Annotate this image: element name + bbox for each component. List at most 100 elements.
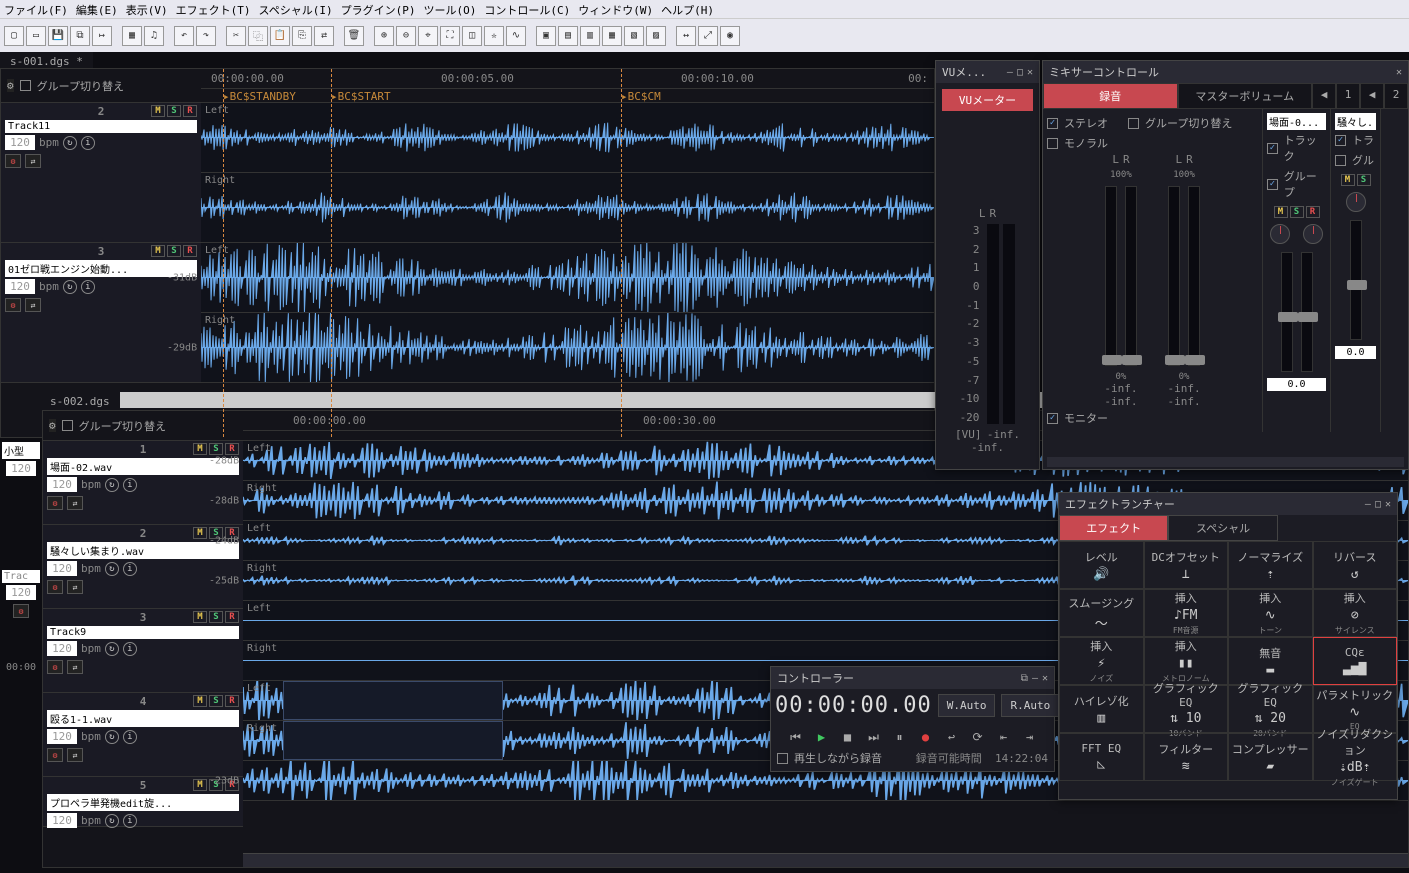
track-routing-icon[interactable]: ⇄ bbox=[67, 496, 83, 510]
fx-cell[interactable]: ノイズリダクション⇣dB⇡ノイズゲート bbox=[1313, 733, 1398, 781]
track-routing-icon[interactable]: ⇄ bbox=[67, 748, 83, 762]
bpm-input[interactable]: 120 bbox=[47, 561, 77, 576]
mute-button[interactable]: M bbox=[193, 443, 207, 455]
track-name-input[interactable]: Track11 bbox=[5, 120, 197, 133]
vu-title-bar[interactable]: VUメ... —□✕ bbox=[936, 61, 1039, 83]
bpm-input[interactable]: 120 bbox=[47, 641, 77, 656]
trk1-pan-l[interactable] bbox=[1270, 224, 1290, 244]
fader-rec-r[interactable] bbox=[1125, 186, 1137, 366]
menu-item[interactable]: スペシャル(I) bbox=[259, 2, 333, 16]
zoom-sel-icon[interactable]: ⌖ bbox=[418, 26, 438, 46]
fastfwd-icon[interactable]: ⏭ bbox=[864, 728, 884, 746]
group-toggle-checkbox-1[interactable] bbox=[20, 80, 31, 91]
paste-special-icon[interactable]: ⎘ bbox=[292, 26, 312, 46]
ctrl-min-icon[interactable]: — bbox=[1032, 673, 1038, 684]
mono-checkbox[interactable] bbox=[1047, 138, 1058, 149]
menu-item[interactable]: プラグイン(P) bbox=[341, 2, 416, 16]
fader-master-r[interactable] bbox=[1188, 186, 1200, 366]
mute-button[interactable]: M bbox=[151, 105, 165, 117]
bpm-input[interactable]: 120 bbox=[5, 279, 35, 294]
trk1-mute[interactable]: M bbox=[1274, 206, 1288, 218]
mixer-close-icon[interactable]: ✕ bbox=[1396, 67, 1402, 78]
waveform-row[interactable]: Left-31dB bbox=[201, 243, 934, 313]
bpm-input[interactable]: 120 bbox=[5, 135, 35, 150]
time-ruler-1[interactable]: 00:00:00.00 00:00:05.00 00:00:10.00 00: bbox=[201, 69, 934, 89]
mute-button[interactable]: M bbox=[193, 695, 207, 707]
fx-cell[interactable]: DCオフセット⟂ bbox=[1144, 541, 1229, 589]
loop-icon[interactable]: ⟳ bbox=[968, 728, 988, 746]
trk2-track-chk[interactable]: ✓ bbox=[1335, 135, 1346, 146]
track-routing-icon[interactable]: ⇄ bbox=[25, 154, 41, 168]
marker[interactable]: BC$STANDBY bbox=[223, 90, 296, 103]
trk1-pan-r[interactable] bbox=[1303, 224, 1323, 244]
fx-cell[interactable]: 挿入⊘サイレンス bbox=[1313, 589, 1398, 637]
info-icon[interactable]: i bbox=[81, 136, 95, 150]
fx-cell[interactable]: 挿入⚡ノイズ bbox=[1059, 637, 1144, 685]
grid-icon[interactable]: ▦ bbox=[122, 26, 142, 46]
w-auto-button[interactable]: W.Auto bbox=[938, 694, 996, 717]
save-icon[interactable]: 💾 bbox=[48, 26, 68, 46]
fx-cell[interactable]: 挿入♪FMFM音源 bbox=[1144, 589, 1229, 637]
marker[interactable]: BC$START bbox=[331, 90, 391, 103]
marker-icon[interactable]: ✮ bbox=[484, 26, 504, 46]
info-icon[interactable]: i bbox=[123, 730, 137, 744]
track-routing-icon[interactable]: ⇄ bbox=[25, 298, 41, 312]
fx-title-bar[interactable]: エフェクトランチャー —□✕ bbox=[1059, 493, 1397, 515]
copy-icon[interactable]: ⿻ bbox=[248, 26, 268, 46]
fader-trk2-l[interactable] bbox=[1350, 220, 1362, 340]
open-file-icon[interactable]: ▭ bbox=[26, 26, 46, 46]
mixer-tab-2[interactable]: 2 bbox=[1384, 83, 1408, 109]
mixer-tab-1[interactable]: 1 bbox=[1336, 83, 1360, 109]
track-fx-icon[interactable]: ⚙ bbox=[5, 298, 21, 312]
playhead-1b[interactable] bbox=[331, 69, 332, 437]
mixer-tab-master[interactable]: マスターボリューム bbox=[1178, 83, 1313, 109]
ctrl-pop-icon[interactable]: ⧉ bbox=[1021, 673, 1028, 684]
mixer-scrollbar[interactable] bbox=[1047, 457, 1404, 467]
panel5-icon[interactable]: ▧ bbox=[624, 26, 644, 46]
skip-back-icon[interactable]: ⇤ bbox=[994, 728, 1014, 746]
track-name-input[interactable]: プロペラ単発機edit旋... bbox=[47, 794, 239, 811]
menu-item[interactable]: 編集(E) bbox=[76, 2, 118, 16]
mute-button[interactable]: M bbox=[193, 779, 207, 791]
track-routing-icon[interactable]: ⇄ bbox=[67, 580, 83, 594]
panel3-icon[interactable]: ▥ bbox=[580, 26, 600, 46]
save-all-icon[interactable]: ⧉ bbox=[70, 26, 90, 46]
info-icon[interactable]: i bbox=[123, 642, 137, 656]
fx-tab-effect[interactable]: エフェクト bbox=[1059, 515, 1168, 541]
trk2-group-chk[interactable] bbox=[1335, 155, 1346, 166]
refresh-icon[interactable]: ↻ bbox=[63, 280, 77, 294]
r-auto-button[interactable]: R.Auto bbox=[1001, 694, 1059, 717]
refresh-icon[interactable]: ↻ bbox=[105, 814, 119, 828]
wave-icon[interactable]: ∿ bbox=[506, 26, 526, 46]
panel4-icon[interactable]: ▦ bbox=[602, 26, 622, 46]
stereo-checkbox[interactable]: ✓ bbox=[1047, 118, 1058, 129]
h-scrollbar-2[interactable] bbox=[243, 853, 1408, 867]
fx-cell[interactable]: 挿入∿トーン bbox=[1228, 589, 1313, 637]
bpm-input[interactable]: 120 bbox=[47, 729, 77, 744]
waveform-row[interactable]: Right bbox=[201, 173, 934, 243]
mixer-nav-prev-1[interactable]: ◀ bbox=[1312, 83, 1336, 109]
pause-icon[interactable]: ⏸ bbox=[890, 728, 910, 746]
zoom-fit-icon[interactable]: ⛶ bbox=[440, 26, 460, 46]
panel1-icon[interactable]: ▣ bbox=[536, 26, 556, 46]
track-fx-icon[interactable]: ⚙ bbox=[47, 748, 63, 762]
fx-max-icon[interactable]: □ bbox=[1375, 499, 1381, 510]
track-fx-icon[interactable]: ⚙ bbox=[47, 580, 63, 594]
export-icon[interactable]: ↦ bbox=[92, 26, 112, 46]
monitor-checkbox[interactable]: ✓ bbox=[1047, 413, 1058, 424]
tool2-icon[interactable]: ⤢ bbox=[698, 26, 718, 46]
playhead-1a[interactable] bbox=[223, 69, 224, 437]
tool1-icon[interactable]: ↔ bbox=[676, 26, 696, 46]
controller-title-bar[interactable]: コントローラー ⧉—✕ bbox=[771, 667, 1054, 689]
fx-cell[interactable]: フィルター≋ bbox=[1144, 733, 1229, 781]
play-icon[interactable]: ▶ bbox=[812, 728, 832, 746]
fx-cell[interactable]: CQε▃▅▇ bbox=[1313, 637, 1398, 685]
mute-button[interactable]: M bbox=[151, 245, 165, 257]
track-routing-icon[interactable]: ⇄ bbox=[67, 660, 83, 674]
marker-row-1[interactable]: BC$STANDBY BC$START BC$CM bbox=[201, 89, 934, 103]
trk1-track-chk[interactable]: ✓ bbox=[1267, 143, 1278, 154]
mixer-nav-prev-2[interactable]: ◀ bbox=[1360, 83, 1384, 109]
menu-item[interactable]: ツール(O) bbox=[423, 2, 476, 16]
marker[interactable]: BC$CM bbox=[621, 90, 661, 103]
mixer-track1-dropdown[interactable]: 場面-0... bbox=[1267, 113, 1326, 130]
